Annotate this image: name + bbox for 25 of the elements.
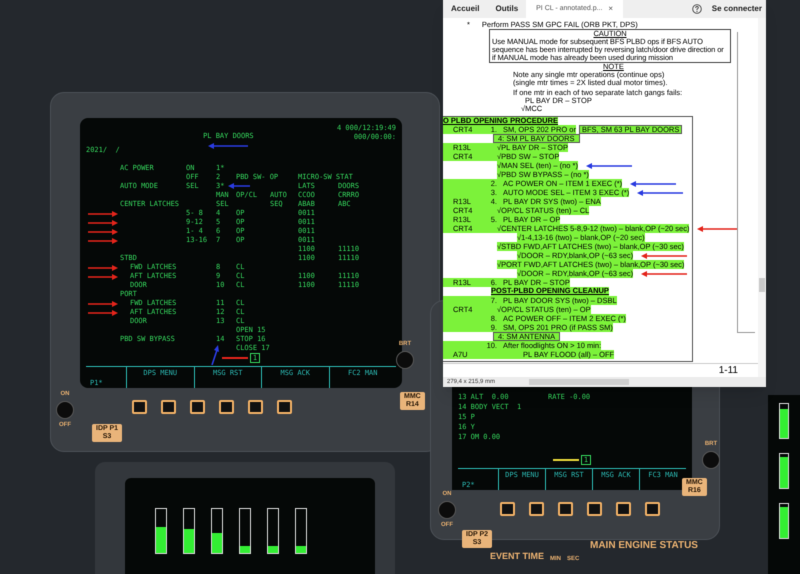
panel-label: EVENT TIME bbox=[490, 550, 544, 563]
edge-key[interactable] bbox=[248, 400, 263, 414]
edge-key[interactable] bbox=[587, 502, 602, 516]
edge-key[interactable] bbox=[277, 400, 292, 414]
menu-item[interactable]: Outils bbox=[487, 3, 526, 15]
sign-in-link[interactable]: Se connecter bbox=[712, 3, 766, 15]
help-icon bbox=[692, 4, 702, 14]
edge-key[interactable] bbox=[616, 502, 631, 516]
scrollbar[interactable] bbox=[758, 18, 766, 377]
edge-key[interactable] bbox=[132, 400, 147, 414]
menu-item[interactable]: Accueil bbox=[443, 3, 488, 15]
edge-key[interactable] bbox=[529, 502, 544, 516]
page-marker-line bbox=[222, 357, 248, 359]
page-number: 1-11 bbox=[718, 366, 738, 376]
scrollbar-thumb[interactable] bbox=[759, 278, 765, 292]
edge-key[interactable] bbox=[500, 502, 515, 516]
edge-key[interactable] bbox=[645, 502, 660, 516]
close-icon[interactable]: × bbox=[608, 3, 614, 15]
edge-key[interactable] bbox=[161, 400, 176, 414]
scrollbar-thumb[interactable] bbox=[529, 379, 630, 385]
edge-key[interactable] bbox=[558, 502, 573, 516]
panel-title: MAIN ENGINE STATUS bbox=[590, 539, 698, 553]
edge-key[interactable] bbox=[219, 400, 234, 414]
page-marker-line bbox=[552, 459, 579, 461]
edge-key[interactable] bbox=[190, 400, 205, 414]
